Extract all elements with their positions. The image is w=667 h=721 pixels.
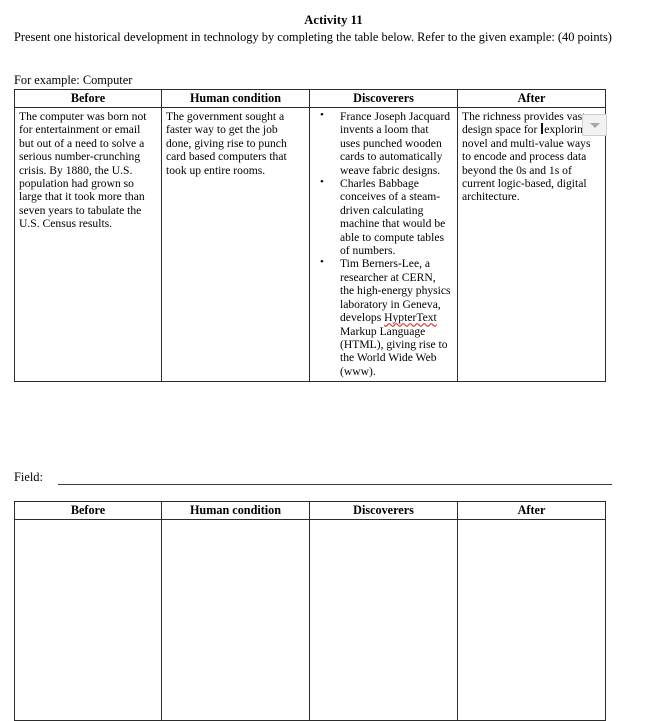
column-header-discoverers: Discoverers [309,501,458,520]
page-title: Activity 11 [304,13,363,27]
cell-discoverers-empty[interactable] [309,519,458,721]
example-label: For example: Computer [14,73,133,87]
example-table: Before Human condition Discoverers After… [14,89,607,383]
cell-before[interactable]: The computer was born not for entertainm… [14,106,162,383]
field-label: Field: [14,470,43,484]
table-row: The computer was born not for entertainm… [14,106,607,383]
column-header-human-condition: Human condition [161,501,310,520]
field-row: Field: [14,470,614,488]
column-header-after: After [457,89,606,108]
table-header-row: Before Human condition Discoverers After [14,89,606,108]
cell-after-text-wrap: The richness provides vast design space … [458,108,607,207]
list-item: Tim Berners-Lee, a researcher at CERN, t… [314,256,451,378]
column-header-discoverers: Discoverers [309,89,458,108]
cell-before-empty[interactable] [14,519,162,721]
document-page: Activity 11 Present one historical devel… [0,0,667,721]
cell-discoverers-empty-text [310,520,457,525]
cell-human-condition[interactable]: The government sought a faster way to ge… [161,106,310,383]
column-header-before: Before [14,501,162,520]
list-item: France Joseph Jacquard invents a loom th… [314,109,451,177]
cell-after[interactable]: The richness provides vast design space … [457,106,607,383]
cell-after-empty-text [458,520,605,525]
blank-table: Before Human condition Discoverers After [14,501,606,721]
cell-human-condition-empty-text [162,520,309,525]
discoverers-list-wrap: France Joseph Jacquard invents a loom th… [310,108,457,381]
misspelled-word: HypterText [384,311,437,325]
dropdown-button[interactable] [582,114,607,136]
cell-human-condition-empty[interactable] [161,519,310,721]
cell-discoverers[interactable]: France Joseph Jacquard invents a loom th… [309,106,458,383]
cell-after-empty[interactable] [457,519,606,721]
discoverers-list: France Joseph Jacquard invents a loom th… [314,109,453,378]
field-input-underline[interactable] [58,484,612,485]
instructions-text: Present one historical development in te… [14,30,612,44]
cell-before-empty-text [15,520,161,525]
column-header-after: After [457,501,606,520]
list-item: Charles Babbage conceives of a steam-dri… [314,176,451,257]
column-header-before: Before [14,89,162,108]
table-header-row: Before Human condition Discoverers After [14,501,606,520]
text-cursor-caret [541,123,544,135]
cell-human-condition-text: The government sought a faster way to ge… [166,110,287,177]
discoverer-text-part2: Markup Language (HTML), giving rise to t… [340,324,448,378]
cell-before-text: The computer was born not for entertainm… [19,110,147,231]
chevron-down-icon [589,123,600,128]
table-row [14,519,606,721]
column-header-human-condition: Human condition [161,89,310,108]
